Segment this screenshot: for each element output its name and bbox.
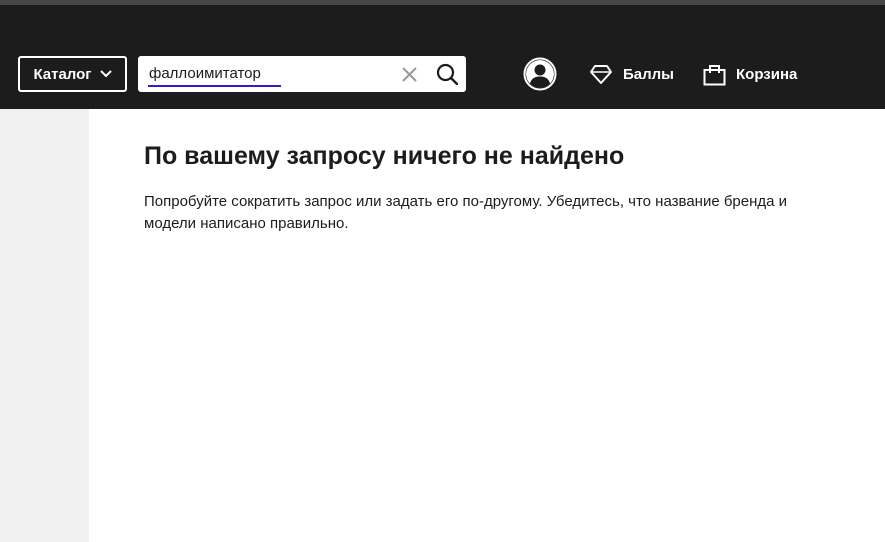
cart-link[interactable]: Корзина	[703, 60, 797, 88]
close-icon[interactable]	[402, 67, 417, 82]
chevron-down-icon	[99, 70, 112, 78]
shopping-bag-icon	[703, 64, 726, 85]
no-results-message: Попробуйте сократить запрос или задать е…	[144, 193, 788, 232]
site-header: Каталог Баллы	[0, 5, 885, 109]
bonus-label: Баллы	[623, 65, 674, 83]
search-icon[interactable]	[436, 63, 458, 85]
search-text-underline	[148, 85, 281, 87]
bonus-link[interactable]: Баллы	[589, 60, 674, 88]
left-sidebar	[0, 109, 89, 542]
catalog-button-label: Каталог	[33, 65, 92, 83]
search-input[interactable]	[149, 62, 389, 84]
cart-label: Корзина	[736, 65, 798, 83]
search-box	[138, 56, 466, 92]
catalog-button[interactable]: Каталог	[18, 56, 127, 92]
diamond-icon	[590, 64, 612, 84]
user-avatar-icon[interactable]	[523, 57, 557, 91]
page-title: По вашему запросу ничего не найдено	[144, 142, 625, 170]
main-content: По вашему запросу ничего не найдено Попр…	[89, 109, 885, 542]
